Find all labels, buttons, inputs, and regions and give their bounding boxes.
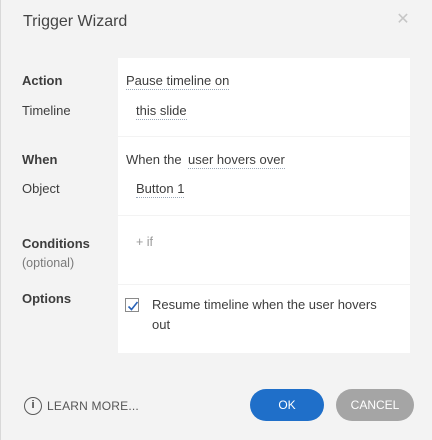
timeline-dropdown[interactable]: this slide: [136, 103, 187, 120]
action-values: Pause timeline on this slide: [118, 58, 410, 136]
when-label: When: [22, 152, 58, 167]
options-values: Resume timeline when the user hovers out: [118, 285, 410, 353]
object-dropdown[interactable]: Button 1: [136, 181, 185, 198]
options-section: Options Resume timeline when the user ho…: [12, 285, 422, 353]
checkmark-icon: [127, 301, 139, 311]
add-condition-link[interactable]: + if: [136, 235, 153, 249]
conditions-label: Conditions: [22, 236, 90, 251]
action-label: Action: [22, 73, 63, 88]
learn-more-label: LEARN MORE...: [47, 399, 139, 413]
dialog-titlebar: Trigger Wizard ✕: [1, 0, 432, 44]
when-dropdown[interactable]: user hovers over: [188, 152, 285, 169]
resume-option-text-line2: out: [152, 317, 171, 332]
conditions-optional-label: (optional): [22, 256, 75, 270]
info-circle-icon: i: [24, 397, 42, 415]
object-label: Object: [22, 181, 60, 196]
resume-option-text-line1: Resume timeline when the user hovers: [152, 297, 377, 312]
options-label: Options: [22, 291, 72, 306]
action-dropdown[interactable]: Pause timeline on: [126, 73, 230, 90]
conditions-values: + if: [118, 216, 410, 284]
when-section: When Object When the user hovers over Bu…: [12, 137, 422, 215]
resume-timeline-checkbox[interactable]: [125, 298, 139, 312]
trigger-wizard-dialog: Trigger Wizard ✕ Action Timeline Pause t…: [0, 0, 432, 440]
conditions-section: Conditions (optional) + if: [12, 216, 422, 284]
timeline-label: Timeline: [22, 103, 71, 118]
when-prefix: When the: [126, 152, 182, 167]
action-section: Action Timeline Pause timeline on this s…: [12, 58, 422, 136]
cancel-button[interactable]: CANCEL: [336, 389, 414, 421]
dialog-title: Trigger Wizard: [23, 13, 128, 30]
close-icon[interactable]: ✕: [395, 12, 411, 28]
when-values: When the user hovers over Button 1: [118, 137, 410, 215]
ok-button[interactable]: OK: [250, 389, 324, 421]
